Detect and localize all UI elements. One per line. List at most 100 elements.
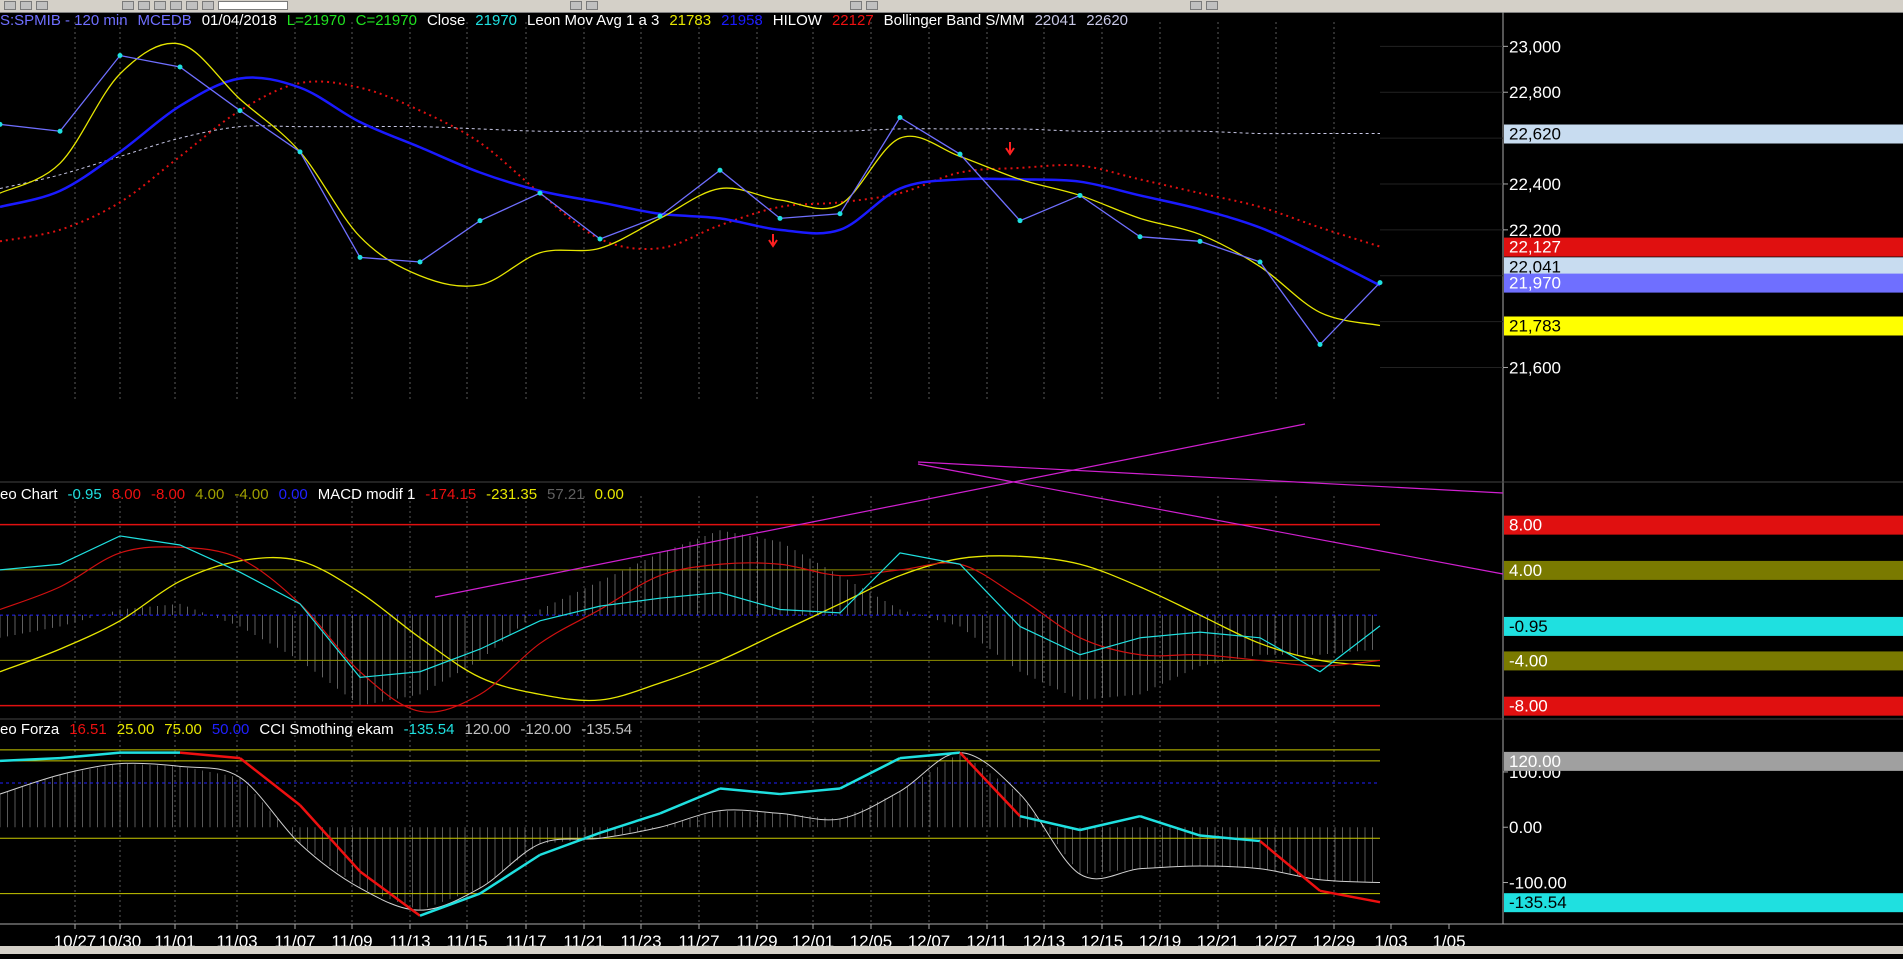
signal-arrow-icon [1005, 142, 1015, 156]
toolbar-button[interactable] [186, 1, 198, 10]
header-item: -135.54 [581, 721, 633, 738]
price-axis-label: 22,400 [1509, 175, 1561, 194]
cci-line [59, 751, 121, 760]
close-point [897, 114, 903, 120]
cci-axis-label: -100.00 [1509, 874, 1567, 893]
price-value-tag: 22,041 [1504, 257, 1903, 277]
value-tag-bg [1504, 696, 1903, 716]
toolbar-button[interactable] [170, 1, 182, 10]
value-tag-bg [1504, 257, 1903, 277]
value-tag-bg [1504, 316, 1903, 336]
header-item: Leon Mov Avg 1 a 3 [527, 12, 660, 29]
header-item: -8.00 [150, 486, 186, 503]
value-tag-text: 21,970 [1509, 274, 1561, 293]
close-point [777, 215, 783, 221]
close-point [1317, 342, 1323, 348]
header-item: 120.00 [464, 721, 511, 738]
header-item: eo Chart [0, 486, 58, 503]
macd-value-tag: 8.00 [1504, 515, 1903, 535]
value-tag-bg [1504, 515, 1903, 535]
chart-canvas[interactable]: 10/27 10/30 11/01 11/03 11/07 11/09 11/13 11/15… [0, 12, 1903, 954]
toolbar-button[interactable] [202, 1, 214, 10]
close-point [1017, 218, 1023, 224]
header-item: -4.00 [234, 486, 269, 503]
price-panel-header: S:SPMIB - 120 min MCEDB 01/04/2018 L=21970 C… [0, 12, 1138, 29]
value-tag-text: -8.00 [1509, 697, 1548, 716]
cci-axis-label: 0.00 [1509, 818, 1542, 837]
price-axis-label: 21,600 [1509, 358, 1561, 377]
value-tag-text: 22,127 [1509, 238, 1561, 257]
close-point [657, 213, 663, 219]
header-item: 0.00 [594, 486, 624, 503]
header-item: 57.21 [547, 486, 585, 503]
header-item: 25.00 [116, 721, 155, 738]
header-item: 01/04/2018 [201, 12, 277, 29]
header-item: 22620 [1086, 12, 1129, 29]
close-point [957, 151, 963, 157]
cci-line [779, 787, 841, 796]
header-item: MACD modif 1 [317, 486, 416, 503]
value-tag-text: -135.54 [1509, 893, 1567, 912]
cci-line [239, 757, 301, 807]
header-item: -0.95 [67, 486, 102, 503]
header-item: 4.00 [195, 486, 225, 503]
price-axis-label: 23,000 [1509, 37, 1561, 56]
close-point [117, 53, 123, 59]
header-item: L=21970 [286, 12, 346, 29]
header-item: Close [426, 12, 466, 29]
price-axis-label: 22,800 [1509, 83, 1561, 102]
header-item: eo Forza [0, 721, 60, 738]
header-item: C=21970 [355, 12, 417, 29]
close-point [717, 167, 723, 173]
header-item: 21958 [721, 12, 763, 29]
header-item: HILOW [772, 12, 822, 29]
toolbar-button[interactable] [4, 1, 16, 10]
close-point [1377, 280, 1383, 286]
macd-panel-header: eo Chart -0.95 8.00 -8.00 4.00 -4.00 0.00 MACD … [0, 486, 634, 503]
cci-value-tag: 120.00 [1504, 751, 1903, 771]
header-item: MCEDB [137, 12, 192, 29]
mov-avg-yellow-line [0, 42, 1381, 327]
close-point [1257, 259, 1263, 265]
value-tag-text: -4.00 [1509, 651, 1548, 670]
close-point [537, 190, 543, 196]
value-tag-text: 8.00 [1509, 516, 1542, 535]
cci-line [839, 757, 901, 790]
header-item: 8.00 [111, 486, 141, 503]
macd-value-tag: 4.00 [1504, 560, 1903, 580]
toolbar-button[interactable] [1206, 1, 1218, 10]
toolbar-button[interactable] [866, 1, 878, 10]
close-point [177, 64, 183, 70]
toolbar-button[interactable] [154, 1, 166, 10]
toolbar-button[interactable] [138, 1, 150, 10]
value-tag-text: -0.95 [1509, 617, 1548, 636]
header-item: 50.00 [211, 721, 250, 738]
value-tag-text: 21,783 [1509, 316, 1561, 335]
toolbar-button[interactable] [1190, 1, 1202, 10]
cci-line [179, 751, 241, 760]
value-tag-text: 4.00 [1509, 561, 1542, 580]
value-tag-bg [1504, 651, 1903, 671]
toolbar-button[interactable] [36, 1, 48, 10]
value-tag-text: 22,620 [1509, 125, 1561, 144]
toolbar-button[interactable] [570, 1, 582, 10]
price-value-tag: 21,783 [1504, 316, 1903, 336]
cci-panel-header: eo Forza 16.51 25.00 75.00 50.00 CCI Smothing… [0, 721, 642, 738]
close-point [57, 128, 63, 134]
cci-line [1319, 889, 1381, 904]
value-tag-bg [1504, 237, 1903, 257]
toolbar-button[interactable] [20, 1, 32, 10]
close-point [297, 149, 303, 155]
header-item: -135.54 [403, 721, 455, 738]
symbol-dropdown[interactable] [218, 1, 288, 10]
close-line [0, 54, 1381, 346]
cci-line [659, 787, 721, 815]
header-item: 0.00 [278, 486, 308, 503]
toolbar-button[interactable] [122, 1, 134, 10]
toolbar-button[interactable] [850, 1, 862, 10]
close-point [1197, 238, 1203, 244]
cci-line [719, 787, 781, 796]
header-item: S:SPMIB - 120 min [0, 12, 128, 29]
status-bar [0, 946, 1903, 954]
toolbar-button[interactable] [586, 1, 598, 10]
